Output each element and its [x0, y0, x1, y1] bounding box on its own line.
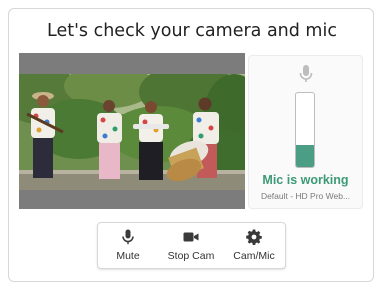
- camera-preview-frame: [19, 53, 245, 209]
- mic-device-name[interactable]: Default - HD Pro Web...: [249, 191, 362, 201]
- stop-cam-button[interactable]: Stop Cam: [162, 223, 220, 268]
- stop-cam-label: Stop Cam: [167, 250, 215, 262]
- mic-test-panel: Mic is working Default - HD Pro Web...: [248, 55, 363, 209]
- call-controls-bar: Mute Stop Cam Cam/Mic: [97, 222, 286, 269]
- microphone-icon: [122, 229, 134, 245]
- microphone-icon: [299, 65, 313, 82]
- mic-level-meter: [295, 92, 315, 168]
- page-title: Let's check your camera and mic: [47, 21, 337, 41]
- device-check-dialog: Let's check your camera and mic Mic is w…: [8, 8, 374, 282]
- gear-icon: [246, 229, 262, 245]
- mute-label: Mute: [116, 250, 140, 262]
- camera-preview-video: [19, 74, 245, 190]
- cam-mic-label: Cam/Mic: [233, 250, 275, 262]
- cam-mic-settings-button[interactable]: Cam/Mic: [226, 223, 282, 268]
- video-camera-icon: [183, 232, 199, 242]
- mic-status-text: Mic is working: [262, 173, 349, 187]
- mute-button[interactable]: Mute: [102, 223, 154, 268]
- mic-level-fill: [296, 144, 314, 167]
